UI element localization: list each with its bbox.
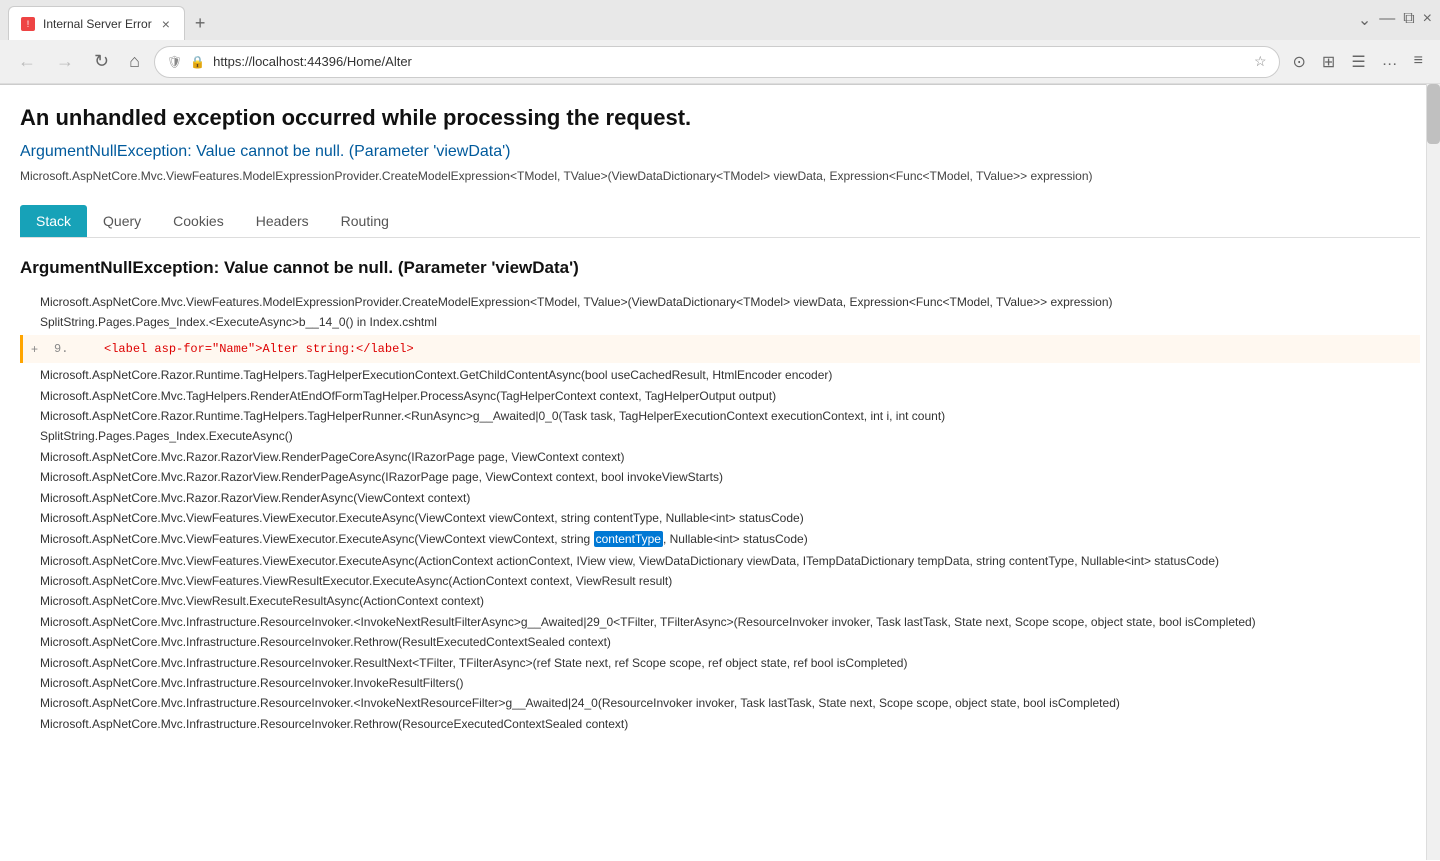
more-button[interactable]: … xyxy=(1377,48,1403,76)
stack-line-7: Microsoft.AspNetCore.Mvc.Razor.RazorView… xyxy=(20,447,1420,467)
page-content: An unhandled exception occurred while pr… xyxy=(0,85,1440,861)
library-button[interactable]: ⊞ xyxy=(1317,48,1340,76)
pocket-button[interactable]: ⊙ xyxy=(1288,48,1311,76)
active-tab[interactable]: ! Internal Server Error × xyxy=(8,6,185,40)
browser-chrome: ! Internal Server Error × + ⌄ — ⧉ × ← → … xyxy=(0,0,1440,85)
tab-nav-cookies[interactable]: Cookies xyxy=(157,205,240,237)
forward-button[interactable]: → xyxy=(50,47,80,76)
tab-nav-routing[interactable]: Routing xyxy=(325,205,405,237)
lock-icon: 🔒 xyxy=(190,55,205,69)
highlighted-text-11: contentType xyxy=(594,531,663,547)
expand-button-2[interactable]: + xyxy=(23,339,46,359)
stack-line-20: Microsoft.AspNetCore.Mvc.Infrastructure.… xyxy=(20,714,1420,734)
nav-actions: ⊙ ⊞ ☰ … ≡ xyxy=(1288,48,1429,76)
stack-line-19: Microsoft.AspNetCore.Mvc.Infrastructure.… xyxy=(20,693,1420,713)
source-line-2: +9.<label asp-for="Name">Alter string:</… xyxy=(20,335,1420,363)
tab-dropdown-button[interactable]: ⌄ xyxy=(1358,10,1371,30)
url-text: https://localhost:44396/Home/Alter xyxy=(213,54,1246,69)
stack-line-0: Microsoft.AspNetCore.Mvc.ViewFeatures.Mo… xyxy=(20,292,1420,312)
stack-line-11: Microsoft.AspNetCore.Mvc.ViewFeatures.Vi… xyxy=(20,528,1420,550)
stack-line-8: Microsoft.AspNetCore.Mvc.Razor.RazorView… xyxy=(20,467,1420,487)
new-tab-button[interactable]: + xyxy=(185,7,216,40)
reload-button[interactable]: ↻ xyxy=(88,47,115,76)
address-bar[interactable]: 🛡 🔒 https://localhost:44396/Home/Alter ☆ xyxy=(154,46,1280,78)
tab-bar: ! Internal Server Error × + ⌄ — ⧉ × xyxy=(0,0,1440,40)
exception-location: Microsoft.AspNetCore.Mvc.ViewFeatures.Mo… xyxy=(20,167,1420,185)
tab-favicon: ! xyxy=(21,17,35,31)
stack-line-14: Microsoft.AspNetCore.Mvc.ViewResult.Exec… xyxy=(20,591,1420,611)
source-code-2: <label asp-for="Name">Alter string:</lab… xyxy=(104,339,414,359)
nav-bar: ← → ↻ ⌂ 🛡 🔒 https://localhost:44396/Home… xyxy=(0,40,1440,84)
stack-line-10: Microsoft.AspNetCore.Mvc.ViewFeatures.Vi… xyxy=(20,508,1420,528)
security-shield-icon: 🛡 xyxy=(167,55,182,69)
window-controls: ⌄ — ⧉ × xyxy=(1358,10,1432,36)
main-error-title: An unhandled exception occurred while pr… xyxy=(20,105,1420,131)
stack-line-12: Microsoft.AspNetCore.Mvc.ViewFeatures.Vi… xyxy=(20,551,1420,571)
stack-line-16: Microsoft.AspNetCore.Mvc.Infrastructure.… xyxy=(20,632,1420,652)
home-button[interactable]: ⌂ xyxy=(123,47,146,76)
scrollbar-thumb[interactable] xyxy=(1427,84,1440,144)
stack-trace: Microsoft.AspNetCore.Mvc.ViewFeatures.Mo… xyxy=(20,292,1420,734)
stack-line-4: Microsoft.AspNetCore.Mvc.TagHelpers.Rend… xyxy=(20,386,1420,406)
tab-nav-stack[interactable]: Stack xyxy=(20,205,87,237)
stack-section-title: ArgumentNullException: Value cannot be n… xyxy=(20,258,1420,278)
back-button[interactable]: ← xyxy=(12,47,42,76)
stack-line-17: Microsoft.AspNetCore.Mvc.Infrastructure.… xyxy=(20,653,1420,673)
menu-button[interactable]: ≡ xyxy=(1409,48,1428,76)
restore-button[interactable]: ⧉ xyxy=(1403,10,1414,30)
stack-line-15: Microsoft.AspNetCore.Mvc.Infrastructure.… xyxy=(20,612,1420,632)
stack-line-3: Microsoft.AspNetCore.Razor.Runtime.TagHe… xyxy=(20,365,1420,385)
window-close-button[interactable]: × xyxy=(1423,10,1432,30)
bookmark-star-icon[interactable]: ☆ xyxy=(1254,53,1267,70)
stack-line-18: Microsoft.AspNetCore.Mvc.Infrastructure.… xyxy=(20,673,1420,693)
tabs-nav: StackQueryCookiesHeadersRouting xyxy=(20,205,1420,238)
minimize-button[interactable]: — xyxy=(1379,10,1395,30)
reader-view-button[interactable]: ☰ xyxy=(1346,48,1370,76)
source-line-number-2: 9. xyxy=(54,339,104,359)
stack-line-9: Microsoft.AspNetCore.Mvc.Razor.RazorView… xyxy=(20,488,1420,508)
stack-line-13: Microsoft.AspNetCore.Mvc.ViewFeatures.Vi… xyxy=(20,571,1420,591)
tab-nav-headers[interactable]: Headers xyxy=(240,205,325,237)
scrollbar[interactable] xyxy=(1426,84,1440,860)
exception-type: ArgumentNullException: Value cannot be n… xyxy=(20,143,1420,161)
tab-title: Internal Server Error xyxy=(43,17,152,31)
stack-line-5: Microsoft.AspNetCore.Razor.Runtime.TagHe… xyxy=(20,406,1420,426)
stack-line-6: SplitString.Pages.Pages_Index.ExecuteAsy… xyxy=(20,426,1420,446)
stack-line-1: SplitString.Pages.Pages_Index.<ExecuteAs… xyxy=(20,312,1420,332)
tab-close-button[interactable]: × xyxy=(160,15,172,33)
tab-nav-query[interactable]: Query xyxy=(87,205,157,237)
